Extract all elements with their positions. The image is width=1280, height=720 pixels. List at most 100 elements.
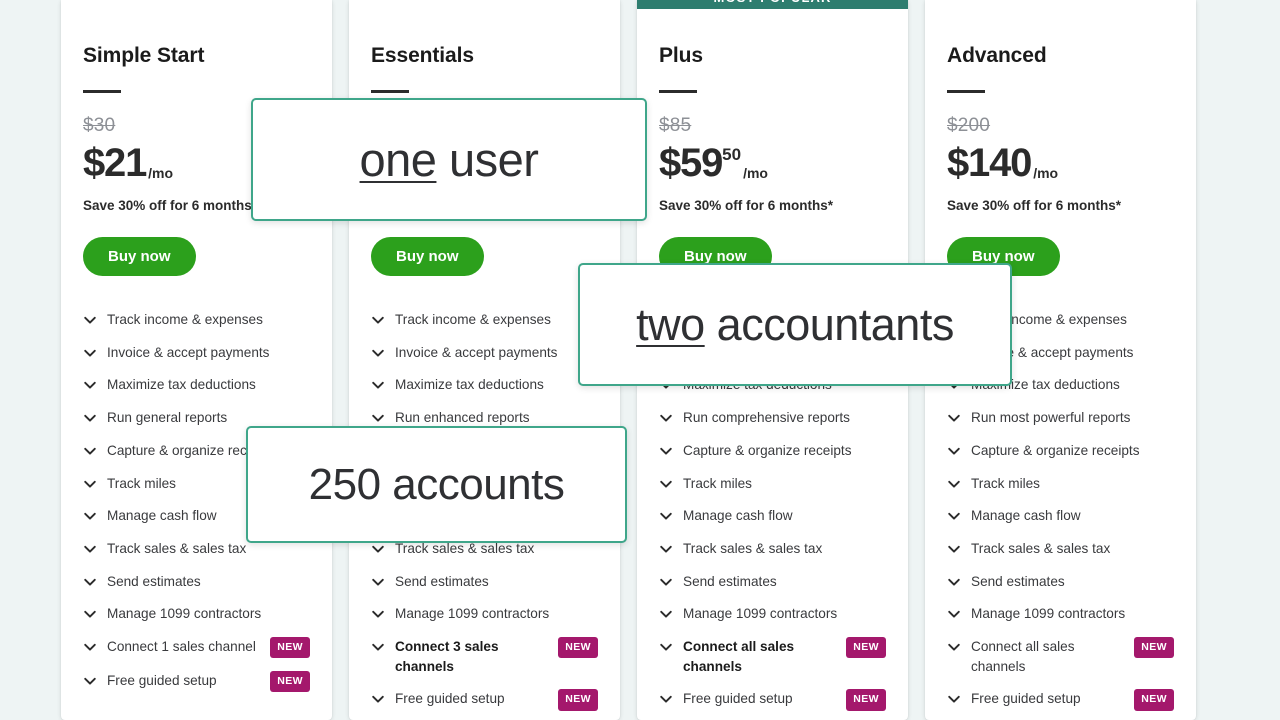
chevron-down-icon[interactable] — [659, 607, 673, 621]
feature-item: Track miles — [947, 474, 1174, 494]
chevron-down-icon[interactable] — [371, 607, 385, 621]
chevron-down-icon[interactable] — [659, 444, 673, 458]
callout-rest-text: user — [436, 133, 539, 186]
price-amount: $59 — [659, 141, 723, 185]
callout-underlined-word: two — [636, 298, 705, 350]
feature-label: Track sales & sales tax — [971, 540, 1111, 556]
feature-label: Connect all sales channels — [971, 639, 1075, 674]
feature-item: Capture & organize receipts — [947, 441, 1174, 461]
chevron-down-icon[interactable] — [947, 477, 961, 491]
feature-label: Manage cash flow — [971, 508, 1081, 524]
new-badge: NEW — [270, 671, 310, 693]
feature-label: Maximize tax deductions — [395, 377, 544, 393]
title-rule — [947, 90, 985, 93]
chevron-down-icon[interactable] — [83, 575, 97, 589]
chevron-down-icon[interactable] — [83, 313, 97, 327]
feature-item: Manage cash flow — [659, 506, 886, 526]
feature-label: Manage 1099 contractors — [971, 606, 1126, 622]
new-badge: NEW — [558, 637, 598, 659]
feature-label: Track income & expenses — [107, 312, 263, 327]
title-rule — [83, 90, 121, 93]
callout-two-accountants: two accountants — [578, 263, 1012, 386]
new-badge: NEW — [1134, 637, 1174, 659]
most-popular-ribbon: MOST POPULAR — [637, 0, 908, 9]
chevron-down-icon[interactable] — [659, 509, 673, 523]
chevron-down-icon[interactable] — [371, 542, 385, 556]
feature-label: Manage 1099 contractors — [107, 606, 262, 622]
feature-item: Connect all sales channels NEW — [947, 637, 1174, 676]
feature-item: Track sales & sales tax — [947, 539, 1174, 559]
chevron-down-icon[interactable] — [83, 346, 97, 360]
chevron-down-icon[interactable] — [659, 542, 673, 556]
callout-rest-text: 250 accounts — [308, 459, 565, 509]
chevron-down-icon[interactable] — [947, 444, 961, 458]
feature-label: Maximize tax deductions — [107, 377, 256, 393]
ribbon-label: MOST POPULAR — [637, 0, 908, 9]
feature-label: Capture & organize receipts — [971, 442, 1140, 458]
chevron-down-icon[interactable] — [83, 607, 97, 621]
feature-label: Track miles — [971, 475, 1040, 491]
chevron-down-icon[interactable] — [83, 674, 97, 688]
feature-item: Connect 3 sales channels NEW — [371, 637, 598, 676]
chevron-down-icon[interactable] — [947, 640, 961, 654]
chevron-down-icon[interactable] — [83, 411, 97, 425]
chevron-down-icon[interactable] — [947, 575, 961, 589]
chevron-down-icon[interactable] — [659, 640, 673, 654]
feature-label: Free guided setup — [107, 673, 217, 689]
pricing-page: Simple Start $30 $21/mo Save 30% off for 6 … — [0, 0, 1280, 720]
chevron-down-icon[interactable] — [947, 692, 961, 706]
feature-label: Connect 1 sales channel — [107, 639, 256, 655]
chevron-down-icon[interactable] — [371, 313, 385, 327]
chevron-down-icon[interactable] — [371, 378, 385, 392]
feature-item: Manage 1099 contractors — [83, 604, 310, 624]
feature-item: Manage 1099 contractors — [371, 604, 598, 624]
chevron-down-icon[interactable] — [83, 509, 97, 523]
chevron-down-icon[interactable] — [83, 477, 97, 491]
buy-now-button[interactable]: Buy now — [83, 237, 196, 276]
chevron-down-icon[interactable] — [947, 542, 961, 556]
chevron-down-icon[interactable] — [83, 640, 97, 654]
savings-note: Save 30% off for 6 months* — [947, 198, 1122, 213]
chevron-down-icon[interactable] — [659, 477, 673, 491]
buy-now-button[interactable]: Buy now — [371, 237, 484, 276]
feature-item: Connect 1 sales channel NEW — [83, 637, 310, 659]
plan-name: Simple Start — [83, 44, 205, 67]
feature-label: Send estimates — [107, 573, 201, 589]
chevron-down-icon[interactable] — [947, 607, 961, 621]
chevron-down-icon[interactable] — [659, 575, 673, 589]
price-amount: $140 — [947, 141, 1032, 185]
feature-label: Manage cash flow — [683, 508, 793, 524]
price-period: /mo — [148, 165, 174, 181]
price-amount: $21 — [83, 141, 147, 185]
chevron-down-icon[interactable] — [83, 444, 97, 458]
chevron-down-icon[interactable] — [371, 575, 385, 589]
current-price: $59 50/mo — [659, 143, 886, 183]
chevron-down-icon[interactable] — [659, 411, 673, 425]
price-period: /mo — [743, 165, 768, 181]
chevron-down-icon[interactable] — [947, 411, 961, 425]
feature-item: Track income & expenses — [371, 310, 598, 330]
feature-item: Manage 1099 contractors — [659, 604, 886, 624]
chevron-down-icon[interactable] — [371, 692, 385, 706]
feature-label: Invoice & accept payments — [107, 344, 270, 360]
feature-item: Manage 1099 contractors — [947, 604, 1174, 624]
feature-label: Free guided setup — [971, 691, 1081, 707]
chevron-down-icon[interactable] — [83, 542, 97, 556]
chevron-down-icon[interactable] — [371, 640, 385, 654]
chevron-down-icon[interactable] — [371, 411, 385, 425]
feature-label: Run most powerful reports — [971, 410, 1131, 426]
chevron-down-icon[interactable] — [659, 692, 673, 706]
feature-label: Run enhanced reports — [395, 410, 530, 426]
feature-label: Send estimates — [683, 573, 777, 589]
feature-item: Manage cash flow — [947, 506, 1174, 526]
chevron-down-icon[interactable] — [947, 509, 961, 523]
chevron-down-icon[interactable] — [83, 378, 97, 392]
feature-label: Send estimates — [971, 573, 1065, 589]
feature-label: Connect 3 sales channels — [395, 639, 499, 674]
feature-item: Free guided setup NEW — [83, 671, 310, 693]
chevron-down-icon[interactable] — [371, 346, 385, 360]
feature-label: Run general reports — [107, 410, 228, 426]
new-badge: NEW — [558, 689, 598, 711]
callout-one-user: one user — [251, 98, 647, 221]
callout-rest-text: accountants — [704, 298, 955, 350]
